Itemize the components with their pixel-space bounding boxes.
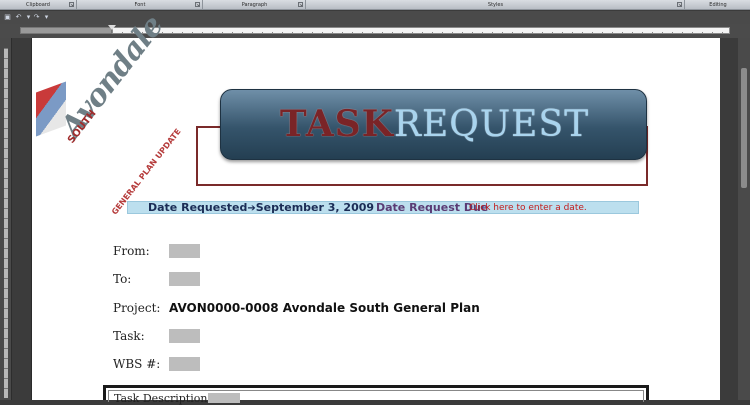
date-request-due-picker[interactable]: Click here to enter a date.	[469, 202, 587, 214]
undo-icon[interactable]: ↶	[14, 13, 23, 22]
dialog-launcher-icon[interactable]: ↘	[677, 2, 682, 7]
task-description-box: Task Description:	[103, 385, 649, 405]
wbs-field[interactable]	[169, 357, 200, 371]
banner-request-text: REQUEST	[393, 104, 590, 145]
ribbon-group-label: Editing	[709, 2, 727, 8]
project-label: Project:	[113, 301, 161, 315]
quick-access-toolbar: ▣ ↶ ▾ ↷ ▾	[0, 11, 750, 24]
dialog-launcher-icon[interactable]: ↘	[195, 2, 200, 7]
ribbon-group-bar: Clipboard ↘ Font ↘ Paragraph ↘ Styles ↘ …	[0, 0, 750, 10]
ribbon-group-editing: Editing	[686, 0, 750, 10]
vertical-ruler	[0, 38, 12, 400]
save-icon[interactable]: ▣	[3, 13, 12, 22]
task-description-field[interactable]	[208, 393, 240, 403]
customize-toolbar-icon[interactable]: ▾	[42, 13, 51, 22]
date-requested-value[interactable]: September 3, 2009	[256, 201, 374, 214]
to-field[interactable]	[169, 272, 200, 286]
dialog-launcher-icon[interactable]: ↘	[298, 2, 303, 7]
banner-title: TASKREQUEST	[221, 104, 648, 145]
task-field[interactable]	[169, 329, 200, 343]
ribbon-group-label: Styles	[487, 2, 504, 8]
from-field[interactable]	[169, 244, 200, 258]
dialog-launcher-icon[interactable]: ↘	[69, 2, 74, 7]
avondale-logo: Avondale SOUTH GENERAL PLAN UPDATE	[36, 9, 183, 217]
ribbon-group-label: Font	[134, 2, 146, 8]
ruler-margin	[20, 27, 112, 34]
ribbon-group-clipboard: Clipboard ↘	[0, 0, 77, 10]
vertical-scrollbar[interactable]	[738, 38, 750, 400]
wbs-label: WBS #:	[113, 357, 161, 371]
vertical-ruler-track	[4, 48, 8, 398]
to-label: To:	[113, 272, 132, 286]
ribbon-group-label: Clipboard	[26, 2, 50, 8]
right-arrow-icon: ➔	[247, 203, 256, 214]
date-bar: Date Requested➔September 3, 2009 Date Re…	[127, 201, 639, 214]
ribbon-group-font: Font ↘	[78, 0, 203, 10]
ribbon-group-styles: Styles ↘	[307, 0, 685, 10]
ribbon-group-label: Paragraph	[241, 2, 268, 8]
task-label: Task:	[113, 329, 145, 343]
task-description-label: Task Description:	[114, 392, 212, 405]
ribbon-group-paragraph: Paragraph ↘	[204, 0, 306, 10]
project-value[interactable]: AVON0000-0008 Avondale South General Pla…	[169, 301, 480, 315]
banner-task-text: TASK	[279, 103, 394, 145]
redo-icon[interactable]: ↷	[32, 13, 41, 22]
indent-marker-icon[interactable]	[108, 25, 116, 30]
date-requested: Date Requested➔September 3, 2009	[148, 202, 374, 215]
date-requested-label: Date Requested	[148, 201, 248, 214]
horizontal-ruler[interactable]	[112, 27, 730, 34]
scrollbar-thumb[interactable]	[741, 68, 747, 188]
horizontal-ruler-area	[0, 24, 750, 38]
from-label: From:	[113, 244, 150, 258]
task-request-banner: TASKREQUEST	[220, 89, 647, 160]
